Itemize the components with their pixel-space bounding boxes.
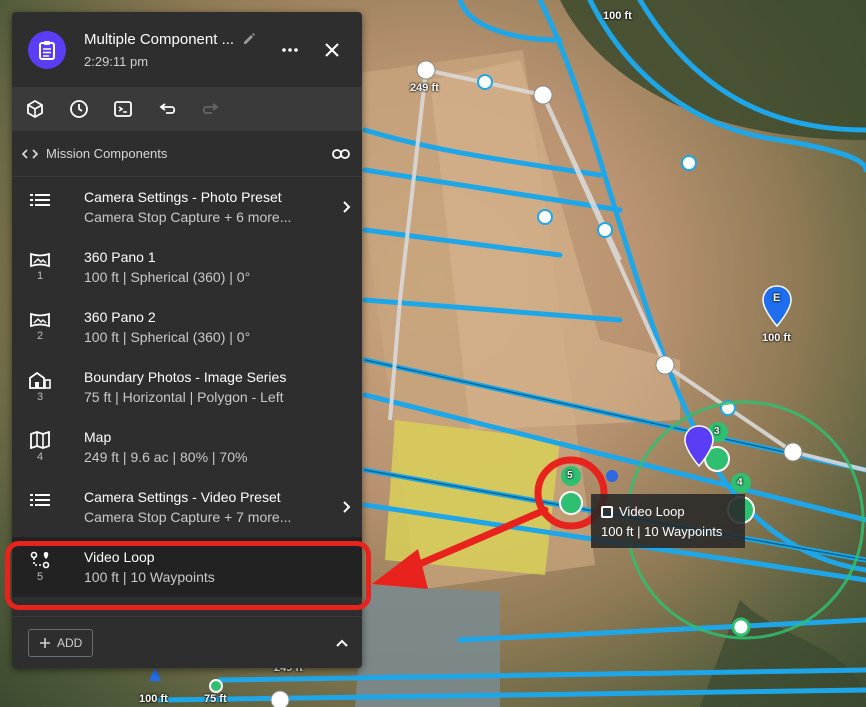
mission-time: 2:29:11 pm — [84, 53, 149, 69]
item-details: 100 ft | 10 Waypoints — [84, 569, 215, 585]
item-name: Video Loop — [84, 549, 155, 565]
altitude-label: 100 ft — [603, 10, 632, 22]
more-options-button[interactable] — [276, 36, 304, 64]
mission-avatar — [28, 30, 66, 69]
close-button[interactable] — [318, 36, 346, 64]
history-button[interactable] — [68, 98, 90, 120]
item-number: 3 — [36, 391, 44, 403]
panel-footer: ADD — [12, 616, 362, 668]
item-number: 1 — [36, 270, 44, 282]
panel-header: Multiple Component ... 2:29:11 pm — [12, 12, 362, 87]
item-name: Camera Settings - Photo Preset — [84, 189, 282, 205]
mission-panel: Multiple Component ... 2:29:11 pm Missio… — [12, 12, 362, 668]
item-name: Camera Settings - Video Preset — [84, 489, 281, 505]
waypoint-badge[interactable]: 3 — [714, 426, 720, 437]
item-details: 100 ft | Spherical (360) | 0° — [84, 269, 251, 285]
list-item[interactable]: 2 360 Pano 2 100 ft | Spherical (360) | … — [12, 297, 362, 357]
waypoint-badge[interactable]: 4 — [737, 477, 743, 488]
waypoint-badge[interactable]: 5 — [567, 470, 573, 481]
list-icon — [30, 194, 50, 206]
plus-icon — [40, 637, 50, 648]
redo-button[interactable] — [200, 98, 222, 120]
route-icon — [30, 551, 50, 569]
list-item[interactable]: Camera Settings - Photo Preset Camera St… — [12, 177, 362, 237]
chevron-right-icon[interactable] — [343, 501, 351, 513]
add-component-button[interactable]: ADD — [28, 628, 94, 657]
item-details: Camera Stop Capture + 6 more... — [84, 209, 292, 225]
marker-e-icon[interactable]: E — [773, 292, 780, 304]
list-item[interactable]: 3 Boundary Photos - Image Series 75 ft |… — [12, 357, 362, 417]
close-icon — [325, 42, 339, 57]
item-details: 100 ft | Spherical (360) | 0° — [84, 329, 251, 345]
mission-components-bar: Mission Components — [12, 131, 362, 177]
list-icon — [30, 494, 50, 506]
list-item[interactable]: Camera Settings - Video Preset Camera St… — [12, 477, 362, 537]
route-icon — [601, 506, 613, 518]
component-list: Camera Settings - Photo Preset Camera St… — [12, 177, 362, 597]
item-number: 4 — [36, 451, 44, 463]
chevron-right-icon[interactable] — [343, 201, 351, 213]
list-item[interactable]: 4 Map 249 ft | 9.6 ac | 80% | 70% — [12, 417, 362, 477]
list-item[interactable]: 1 360 Pano 1 100 ft | Spherical (360) | … — [12, 237, 362, 297]
altitude-label: 100 ft — [762, 332, 791, 344]
more-horizontal-icon — [282, 47, 298, 52]
panorama-icon — [30, 252, 50, 268]
tooltip-title: Video Loop — [619, 504, 685, 519]
item-details: Camera Stop Capture + 7 more... — [84, 509, 292, 525]
tooltip-subtitle: 100 ft | 10 Waypoints — [601, 524, 723, 539]
panorama-icon — [30, 312, 50, 328]
code-brackets-icon — [22, 148, 38, 159]
console-button[interactable] — [112, 98, 134, 120]
3d-view-button[interactable] — [24, 98, 46, 120]
cube-icon — [27, 99, 43, 119]
item-name: Boundary Photos - Image Series — [84, 369, 287, 385]
chevron-up-icon[interactable] — [336, 639, 348, 647]
section-title: Mission Components — [46, 146, 168, 161]
altitude-label: 100 ft — [139, 693, 168, 705]
list-item-selected[interactable]: 5 Video Loop 100 ft | 10 Waypoints — [12, 537, 362, 597]
map-icon — [30, 431, 50, 449]
item-name: 360 Pano 2 — [84, 309, 156, 325]
panel-toolbar — [12, 87, 362, 131]
redo-icon — [202, 103, 219, 114]
item-details: 249 ft | 9.6 ac | 80% | 70% — [84, 449, 248, 465]
altitude-label: 249 ft — [410, 82, 439, 94]
terminal-icon — [114, 101, 132, 117]
building-icon — [29, 371, 51, 389]
clipboard-icon — [39, 40, 55, 60]
map-tooltip: Video Loop 100 ft | 10 Waypoints — [591, 494, 745, 548]
link-icon[interactable] — [332, 148, 350, 159]
undo-icon — [159, 103, 176, 114]
item-name: 360 Pano 1 — [84, 249, 156, 265]
clock-icon — [70, 100, 88, 118]
mission-title: Multiple Component ... — [84, 30, 235, 48]
item-details: 75 ft | Horizontal | Polygon - Left — [84, 389, 284, 405]
edit-pencil-icon[interactable] — [242, 32, 256, 46]
altitude-label: 75 ft — [204, 693, 227, 705]
item-number: 2 — [36, 330, 44, 342]
undo-button[interactable] — [156, 98, 178, 120]
item-name: Map — [84, 429, 112, 445]
add-label: ADD — [57, 635, 83, 650]
item-number: 5 — [36, 571, 44, 583]
